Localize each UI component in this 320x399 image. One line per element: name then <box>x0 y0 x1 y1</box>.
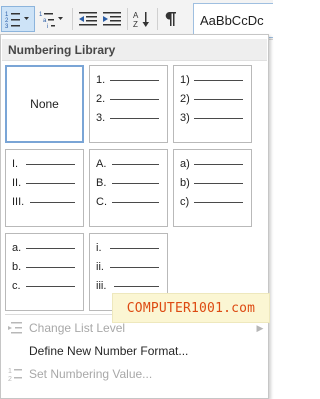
list-line: ii. <box>96 261 159 273</box>
numbering-library-header: Numbering Library <box>2 39 267 61</box>
numbering-tile-roman-upper[interactable]: I. II. III. <box>5 149 84 227</box>
show-formatting-icon <box>165 11 177 27</box>
list-marker: B. <box>96 177 107 189</box>
decrease-indent-icon <box>79 11 97 27</box>
increase-indent-button[interactable] <box>101 6 123 32</box>
list-marker: 1) <box>180 74 190 86</box>
list-marker: b) <box>180 177 190 189</box>
set-numbering-value-item[interactable]: 1 2 Set Numbering Value... <box>1 363 267 385</box>
list-marker: II. <box>12 177 22 189</box>
list-line: 2) <box>180 93 243 105</box>
list-line: III. <box>12 196 75 208</box>
increase-indent-icon <box>103 11 121 27</box>
multilevel-list-button[interactable]: 1 a i <box>37 6 67 32</box>
list-marker: A. <box>96 158 107 170</box>
numbering-tile-alpha-lower-paren[interactable]: a) b) c) <box>173 149 252 227</box>
numbering-tile-arabic-paren[interactable]: 1) 2) 3) <box>173 65 252 143</box>
svg-text:1: 1 <box>8 368 12 375</box>
list-line: A. <box>96 158 159 170</box>
list-marker: I. <box>12 158 19 170</box>
change-list-level-label: Change List Level <box>29 321 126 335</box>
set-numbering-value-label: Set Numbering Value... <box>29 367 153 381</box>
show-formatting-button[interactable] <box>161 6 181 32</box>
list-line: b) <box>180 177 243 189</box>
numbering-button[interactable]: 1 2 3 <box>1 6 35 32</box>
list-line: 3) <box>180 112 243 124</box>
numbering-tile-none[interactable]: None <box>5 65 84 143</box>
list-line: I. <box>12 158 75 170</box>
multilevel-list-icon: 1 a i <box>39 10 65 28</box>
list-marker: 1. <box>96 74 106 86</box>
style-preview-label: AaBbCcDc <box>200 13 264 28</box>
tile-label: None <box>30 97 59 111</box>
list-marker: i. <box>96 242 102 254</box>
list-marker: 3. <box>96 112 106 124</box>
list-marker: iii. <box>96 280 107 292</box>
numbering-dropdown: Numbering Library None 1. 2. 3. 1) 2) 3)… <box>0 34 270 399</box>
sort-icon: A Z <box>133 10 151 28</box>
list-marker: a. <box>12 242 22 254</box>
define-new-number-format-label: Define New Number Format... <box>29 344 189 358</box>
numbering-tile-alpha-upper[interactable]: A. B. C. <box>89 149 168 227</box>
list-marker: III. <box>12 196 25 208</box>
ribbon-separator <box>127 8 128 30</box>
svg-text:2: 2 <box>8 376 12 382</box>
svg-text:Z: Z <box>133 20 138 28</box>
numbering-value-icon: 1 2 <box>1 366 29 382</box>
list-marker: ii. <box>96 261 104 273</box>
header-label: Numbering Library <box>8 42 116 57</box>
define-new-number-format-item[interactable]: Define New Number Format... <box>1 340 267 362</box>
list-marker: c) <box>180 196 190 208</box>
list-line: a) <box>180 158 243 170</box>
list-line: c. <box>12 280 75 292</box>
list-level-icon <box>1 321 29 335</box>
list-marker: a) <box>180 158 190 170</box>
list-marker: 2. <box>96 93 106 105</box>
list-line: II. <box>12 177 75 189</box>
list-marker: b. <box>12 261 22 273</box>
list-line: C. <box>96 196 159 208</box>
watermark: COMPUTER1001.com <box>112 293 270 323</box>
watermark-text: COMPUTER1001.com <box>126 300 256 316</box>
list-marker: C. <box>96 196 107 208</box>
ribbon-separator <box>72 8 73 30</box>
decrease-indent-button[interactable] <box>77 6 99 32</box>
style-preview[interactable]: AaBbCcDc <box>193 3 273 38</box>
list-marker: 3) <box>180 112 190 124</box>
svg-text:3: 3 <box>5 24 9 28</box>
list-line: i. <box>96 242 159 254</box>
list-line: b. <box>12 261 75 273</box>
list-line: 3. <box>96 112 159 124</box>
list-line: 1. <box>96 74 159 86</box>
numbering-tile-arabic-period[interactable]: 1. 2. 3. <box>89 65 168 143</box>
list-marker: 2) <box>180 93 190 105</box>
numbering-tile-alpha-lower-period[interactable]: a. b. c. <box>5 233 84 311</box>
list-line: 2. <box>96 93 159 105</box>
list-line: 1) <box>180 74 243 86</box>
list-line: c) <box>180 196 243 208</box>
submenu-arrow-icon: ▶ <box>256 322 264 333</box>
ribbon-separator <box>157 8 158 30</box>
sort-button[interactable]: A Z <box>131 6 153 32</box>
list-line: B. <box>96 177 159 189</box>
list-line: iii. <box>96 280 159 292</box>
svg-text:i: i <box>47 24 48 28</box>
list-line: a. <box>12 242 75 254</box>
numbering-icon: 1 2 3 <box>5 10 31 28</box>
list-marker: c. <box>12 280 21 292</box>
svg-text:A: A <box>133 11 139 20</box>
